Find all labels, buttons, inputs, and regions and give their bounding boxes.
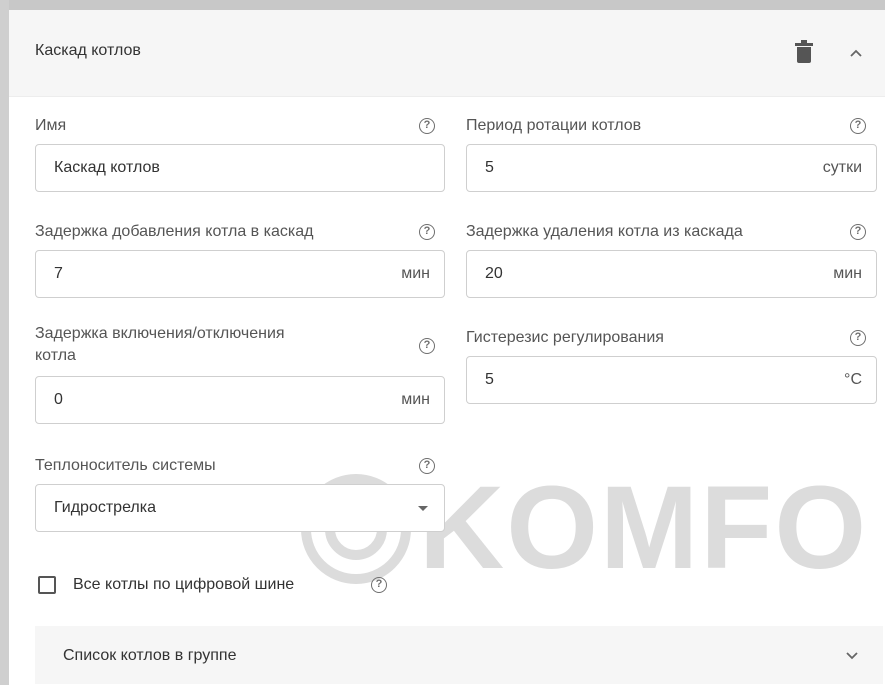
rotation-period-input[interactable]: 5 сутки: [466, 144, 877, 192]
rotation-period-value: 5: [485, 159, 494, 176]
hysteresis-value: 5: [485, 371, 494, 388]
help-icon[interactable]: ?: [419, 118, 435, 134]
switch-delay-label-line2: котла: [35, 347, 76, 364]
boiler-list-label: Список котлов в группе: [63, 647, 237, 664]
switch-delay-value: 0: [54, 391, 63, 408]
help-icon[interactable]: ?: [419, 458, 435, 474]
switch-delay-input[interactable]: 0 мин: [35, 376, 445, 424]
chevron-down-icon[interactable]: [843, 648, 861, 664]
trash-icon[interactable]: [795, 40, 813, 64]
hysteresis-unit: °C: [844, 371, 862, 388]
hysteresis-label: Гистерезис регулирования: [466, 329, 664, 346]
help-icon[interactable]: ?: [850, 330, 866, 346]
window-frame-top: [0, 0, 885, 10]
remove-delay-value: 20: [485, 265, 503, 282]
coolant-label: Теплоноситель системы: [35, 457, 216, 474]
name-value: Каскад котлов: [54, 159, 160, 176]
add-delay-value: 7: [54, 265, 63, 282]
add-delay-unit: мин: [401, 265, 430, 282]
add-delay-label: Задержка добавления котла в каскад: [35, 223, 314, 240]
remove-delay-input[interactable]: 20 мин: [466, 250, 877, 298]
help-icon[interactable]: ?: [850, 118, 866, 134]
rotation-period-unit: сутки: [822, 159, 862, 176]
help-icon[interactable]: ?: [371, 577, 387, 593]
switch-delay-label-line1: Задержка включения/отключения: [35, 325, 285, 342]
panel-header[interactable]: Каскад котлов: [9, 10, 885, 97]
help-icon[interactable]: ?: [419, 224, 435, 240]
switch-delay-unit: мин: [401, 391, 430, 408]
boiler-cascade-panel: Каскад котлов KOMFO Имя ? Каскад котлов …: [9, 10, 885, 685]
add-delay-input[interactable]: 7 мин: [35, 250, 445, 298]
boiler-list-section[interactable]: Список котлов в группе: [35, 626, 883, 684]
digital-bus-label: Все котлы по цифровой шине: [73, 576, 295, 593]
remove-delay-unit: мин: [833, 265, 862, 282]
digital-bus-checkbox[interactable]: [38, 576, 56, 594]
hysteresis-input[interactable]: 5 °C: [466, 356, 877, 404]
dropdown-caret-icon: [418, 506, 428, 511]
window-frame-left: [0, 0, 9, 685]
watermark-text: KOMFO: [419, 462, 869, 594]
coolant-value: Гидрострелка: [54, 499, 157, 516]
remove-delay-label: Задержка удаления котла из каскада: [466, 223, 743, 240]
chevron-up-icon[interactable]: [847, 45, 865, 61]
panel-title: Каскад котлов: [35, 42, 141, 59]
help-icon[interactable]: ?: [419, 338, 435, 354]
name-input[interactable]: Каскад котлов: [35, 144, 445, 192]
coolant-select[interactable]: Гидрострелка: [35, 484, 445, 532]
name-label: Имя: [35, 117, 67, 134]
rotation-period-label: Период ротации котлов: [466, 117, 642, 134]
help-icon[interactable]: ?: [850, 224, 866, 240]
